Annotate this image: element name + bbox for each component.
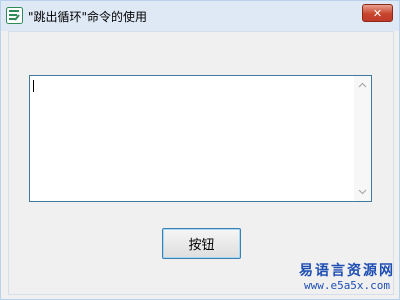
action-button-label: 按钮: [188, 238, 215, 253]
watermark-url: www.e5a5x.com: [303, 279, 391, 292]
site-watermark: 易语言资源网 www.e5a5x.com: [299, 263, 395, 293]
text-caret: [33, 80, 34, 92]
watermark-site-name: 易语言资源网: [299, 263, 395, 279]
vertical-scrollbar[interactable]: [354, 76, 371, 201]
window-title: "跳出循环"命令的使用: [28, 10, 148, 24]
scroll-up-arrow-icon[interactable]: [354, 77, 371, 93]
scroll-down-arrow-icon[interactable]: [354, 184, 371, 200]
close-icon: ✕: [372, 6, 383, 20]
action-button[interactable]: 按钮: [162, 228, 241, 259]
client-area: 按钮: [8, 31, 394, 295]
multiline-edit-box[interactable]: [29, 75, 372, 202]
app-window: "跳出循环"命令的使用 ✕ 按钮 易语言资源网 www.e5a5x.com: [0, 0, 400, 300]
title-bar[interactable]: "跳出循环"命令的使用 ✕: [1, 1, 399, 31]
app-icon: [6, 7, 23, 24]
close-button[interactable]: ✕: [362, 4, 393, 22]
